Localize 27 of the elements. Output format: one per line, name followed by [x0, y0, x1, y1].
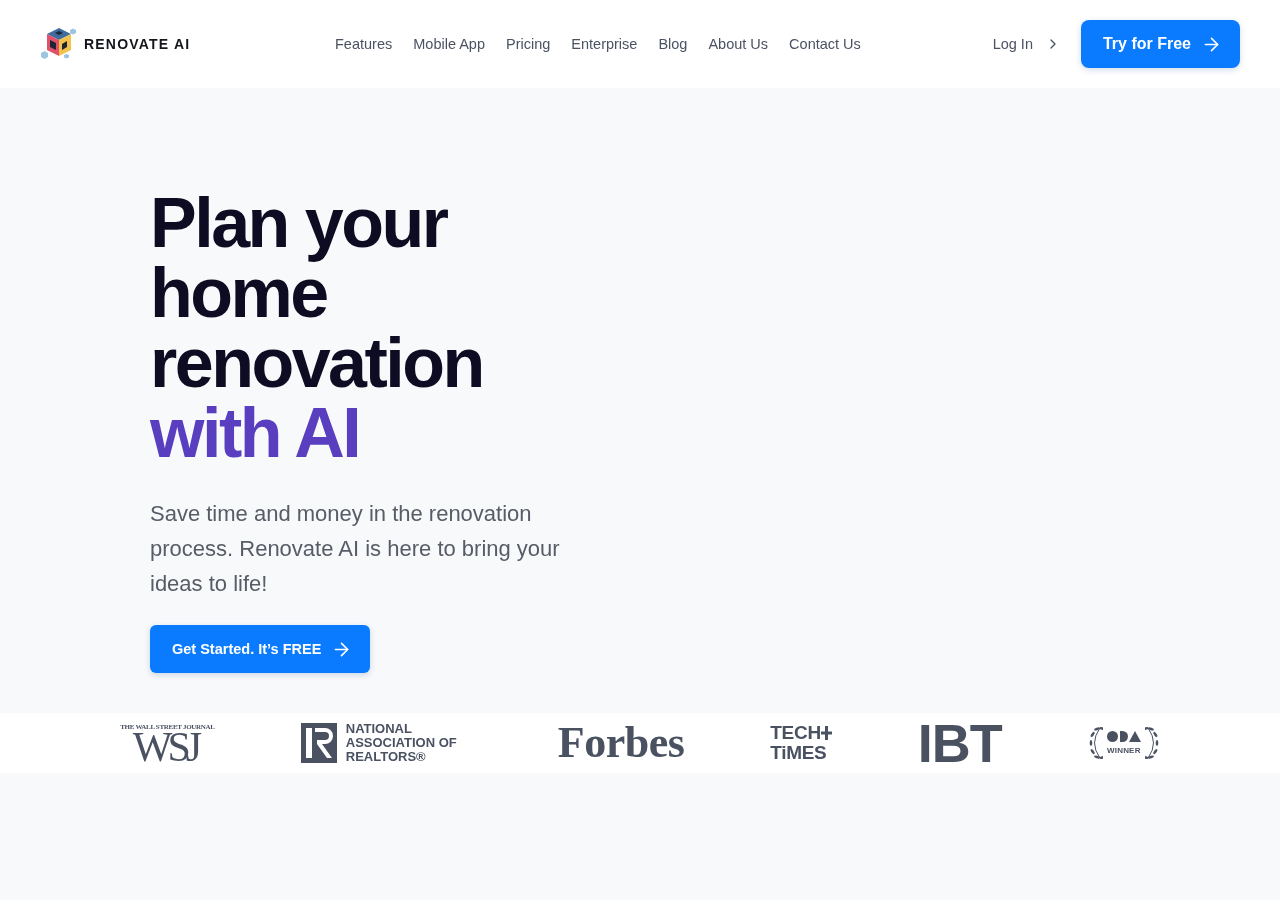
- cube-logo-icon: [40, 27, 78, 61]
- techtimes-logo-text: TiMES: [770, 743, 827, 763]
- techtimes-logo-text: TECH: [770, 723, 821, 743]
- nav-link[interactable]: Blog: [658, 36, 688, 52]
- hero-subtitle: Save time and money in the renovation process. Renovate AI is here to bring your ideas to life!: [150, 500, 561, 598]
- nav-link[interactable]: About Us: [708, 36, 769, 52]
- forbes-logo-text: Forbes: [557, 721, 685, 765]
- shapes-logo-icon: [1106, 731, 1141, 742]
- laurel-icon: [1144, 725, 1160, 761]
- nav-link[interactable]: Features: [335, 36, 393, 52]
- nav-link[interactable]: Enterprise: [571, 36, 638, 52]
- get-started-button[interactable]: Get Started. It’s FREE: [150, 625, 371, 673]
- realtors-logo-text: NATIONAL ASSOCIATION OF REALTORS®: [345, 722, 458, 764]
- award-winner-text: WINNER: [1107, 746, 1141, 755]
- nav-link[interactable]: Contact Us: [789, 36, 861, 52]
- brand-name: RENOVATE AI: [84, 36, 191, 52]
- laurel-icon: [1087, 725, 1103, 761]
- plus-icon: [820, 726, 832, 740]
- login-link[interactable]: Log In: [992, 36, 1061, 52]
- nav-link[interactable]: Mobile App: [413, 36, 485, 52]
- wsj-logo-text: WSJ: [132, 730, 198, 764]
- hero-heading: Plan your home renovation: [150, 188, 484, 398]
- ibt-logo-text: IBT: [917, 721, 1002, 765]
- try-free-button[interactable]: Try for Free: [1080, 20, 1240, 68]
- hero-heading-highlight: with AI: [150, 398, 361, 468]
- nav-link[interactable]: Pricing: [506, 36, 551, 52]
- realtor-logo-icon: [300, 723, 337, 763]
